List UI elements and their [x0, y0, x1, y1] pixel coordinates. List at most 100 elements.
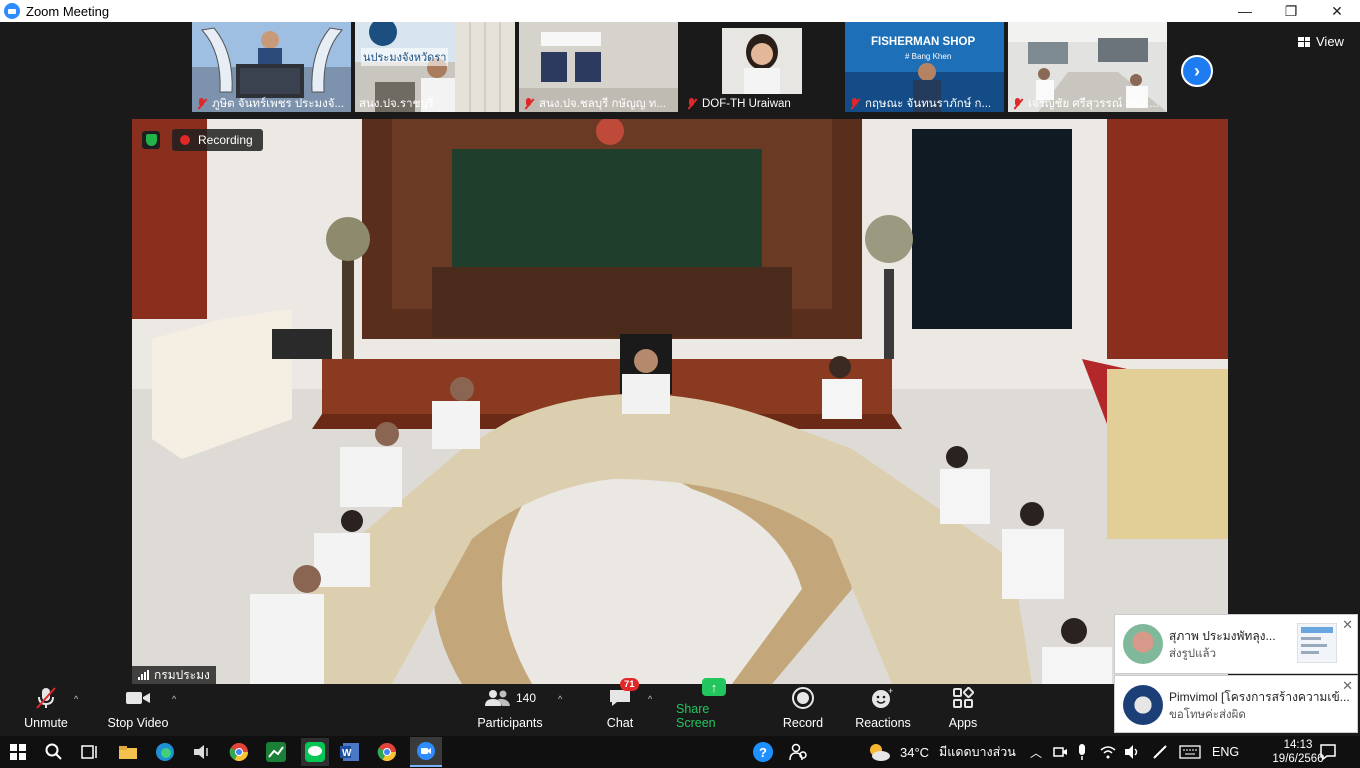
- volume-icon[interactable]: [1120, 740, 1144, 764]
- reactions-button[interactable]: + Reactions: [854, 684, 912, 736]
- participant-name-bar: DOF-TH Uraiwan: [682, 96, 841, 112]
- people-icon[interactable]: [786, 740, 810, 764]
- sender-avatar: [1123, 685, 1163, 725]
- chat-bubble-icon: 71: [608, 678, 639, 710]
- participant-thumbnail[interactable]: ภูษิต จันทร์เพชร ประมงจั...: [192, 22, 351, 112]
- file-explorer-icon[interactable]: [116, 740, 140, 764]
- keyboard-icon[interactable]: [1178, 740, 1202, 764]
- participant-name: สนง.ปจ.ชลบุรี กษัญญ ท...: [539, 98, 666, 110]
- participant-thumbnail[interactable]: FISHERMAN SHOP # Bang Khen กฤษณะ จันทนรา…: [845, 22, 1004, 112]
- grid-view-icon: [1298, 36, 1310, 47]
- fisherman-banner: FISHERMAN SHOP: [871, 36, 976, 48]
- minimize-button[interactable]: —: [1222, 0, 1268, 22]
- chat-options-caret-icon[interactable]: ^: [648, 694, 652, 704]
- chrome-icon[interactable]: [375, 740, 399, 764]
- speaker-name: กรมประมง: [154, 667, 210, 682]
- participant-name: DOF-TH Uraiwan: [702, 98, 791, 110]
- close-window-button[interactable]: ✕: [1314, 0, 1360, 22]
- participant-thumbnail[interactable]: DOF-TH Uraiwan: [682, 22, 841, 112]
- muted-mic-icon: [196, 98, 208, 110]
- room-sign-text: นประมงจังหวัดรา: [361, 48, 449, 66]
- chat-notification[interactable]: Pimvimol [โครงการสร้างความเข้... ขอโทษค่…: [1114, 675, 1358, 733]
- conference-room-video: [132, 119, 1228, 684]
- media-player-icon[interactable]: [190, 740, 214, 764]
- recording-indicator[interactable]: Recording: [172, 129, 263, 151]
- zoom-logo-icon: [4, 3, 20, 19]
- word-icon[interactable]: W: [338, 740, 362, 764]
- microphone-tray-icon[interactable]: [1070, 740, 1094, 764]
- search-icon[interactable]: [42, 740, 66, 764]
- participants-options-caret-icon[interactable]: ^: [558, 694, 562, 704]
- stop-video-label: Stop Video: [107, 716, 169, 730]
- chat-label: Chat: [606, 716, 634, 730]
- meet-now-icon[interactable]: [1048, 740, 1072, 764]
- participant-thumbnail[interactable]: นประมงจังหวัดรา สนง.ปจ.ราชบุรี: [355, 22, 515, 112]
- show-hidden-icons-chevron-icon[interactable]: ︿: [1024, 740, 1048, 764]
- apps-label: Apps: [948, 716, 978, 730]
- apps-icon: [952, 686, 974, 710]
- svg-text:W: W: [342, 748, 352, 759]
- participant-name: สนง.ปจ.ราชบุรี: [359, 98, 434, 110]
- participants-icon: 140: [484, 686, 536, 710]
- chat-button[interactable]: 71 Chat: [604, 678, 639, 736]
- video-options-caret-icon[interactable]: ^: [172, 694, 176, 704]
- sender-avatar: [1123, 624, 1163, 664]
- reactions-label: Reactions: [855, 716, 911, 730]
- edge-browser-icon[interactable]: [153, 740, 177, 764]
- chat-notification[interactable]: สุภาพ ประมงพัทลุง... ส่งรูปแล้ว ✕: [1114, 614, 1358, 674]
- connection-bars-icon: [138, 670, 149, 680]
- participant-name: เจริญชัย ศรีสุวรรณ์ สนง....: [1028, 98, 1159, 110]
- close-notification-icon[interactable]: ✕: [1342, 617, 1353, 633]
- muted-mic-icon: [1012, 98, 1024, 110]
- notification-sender: สุภาพ ประมงพัทลุง...: [1169, 629, 1276, 643]
- help-icon[interactable]: ?: [751, 740, 775, 764]
- close-notification-icon[interactable]: ✕: [1342, 678, 1353, 694]
- notification-center-icon[interactable]: [1316, 740, 1340, 764]
- fisherman-banner-sub: # Bang Khen: [905, 52, 952, 61]
- notification-message: ส่งรูปแล้ว: [1169, 648, 1217, 660]
- share-screen-icon: ↑: [702, 678, 726, 696]
- stop-video-button[interactable]: Stop Video: [106, 684, 170, 736]
- muted-microphone-icon: [34, 686, 58, 710]
- windows-start-icon[interactable]: [6, 740, 30, 764]
- recording-dot-icon: [180, 135, 190, 145]
- audio-options-caret-icon[interactable]: ^: [74, 694, 78, 704]
- record-icon: [792, 686, 814, 710]
- svg-text:+: +: [888, 687, 893, 696]
- language-label: ENG: [1212, 745, 1240, 759]
- line-app-icon[interactable]: [301, 738, 329, 766]
- notification-message: ขอโทษค่ะส่งผิด: [1169, 709, 1246, 721]
- participant-name-bar: สนง.ปจ.ชลบุรี กษัญญ ท...: [519, 96, 678, 112]
- task-view-icon[interactable]: [78, 740, 102, 764]
- zoom-app-icon[interactable]: [410, 737, 442, 767]
- view-button[interactable]: View: [1298, 34, 1344, 49]
- participant-name: กฤษณะ จันทนราภักษ์ ก...: [865, 98, 992, 110]
- next-page-arrow-button[interactable]: ›: [1181, 55, 1213, 87]
- unmute-button[interactable]: Unmute: [20, 684, 72, 736]
- record-button[interactable]: Record: [780, 684, 826, 736]
- image-attachment-thumbnail[interactable]: [1297, 623, 1337, 663]
- participant-thumbnail[interactable]: เจริญชัย ศรีสุวรรณ์ สนง....: [1008, 22, 1167, 112]
- wifi-icon[interactable]: [1096, 740, 1120, 764]
- muted-mic-icon: [686, 98, 698, 110]
- weather-widget[interactable]: 34°C มีแดดบางส่วน: [866, 736, 1016, 768]
- weather-condition: มีแดดบางส่วน: [939, 745, 1016, 759]
- share-screen-button[interactable]: ↑ Share Screen: [676, 678, 752, 736]
- partly-sunny-icon: [870, 744, 890, 761]
- notification-sender: Pimvimol [โครงการสร้างความเข้...: [1169, 690, 1350, 704]
- input-language-indicator[interactable]: ENG: [1212, 736, 1239, 768]
- view-label: View: [1316, 34, 1344, 49]
- encryption-shield-icon[interactable]: [142, 131, 160, 149]
- meeting-area: ภูษิต จันทร์เพชร ประมงจั... นประมงจังหวั…: [0, 22, 1360, 684]
- apps-button[interactable]: Apps: [946, 684, 980, 736]
- chrome-icon[interactable]: [227, 740, 251, 764]
- participants-button[interactable]: 140 Participants: [477, 684, 543, 736]
- record-label: Record: [782, 716, 824, 730]
- window-title: Zoom Meeting: [26, 3, 110, 19]
- stock-chart-app-icon[interactable]: [264, 740, 288, 764]
- window-controls: — ❐ ✕: [1222, 0, 1360, 22]
- participant-thumbnail[interactable]: สนง.ปจ.ชลบุรี กษัญญ ท...: [519, 22, 678, 112]
- video-camera-icon: [125, 686, 151, 710]
- pen-icon[interactable]: [1148, 740, 1172, 764]
- maximize-button[interactable]: ❐: [1268, 0, 1314, 22]
